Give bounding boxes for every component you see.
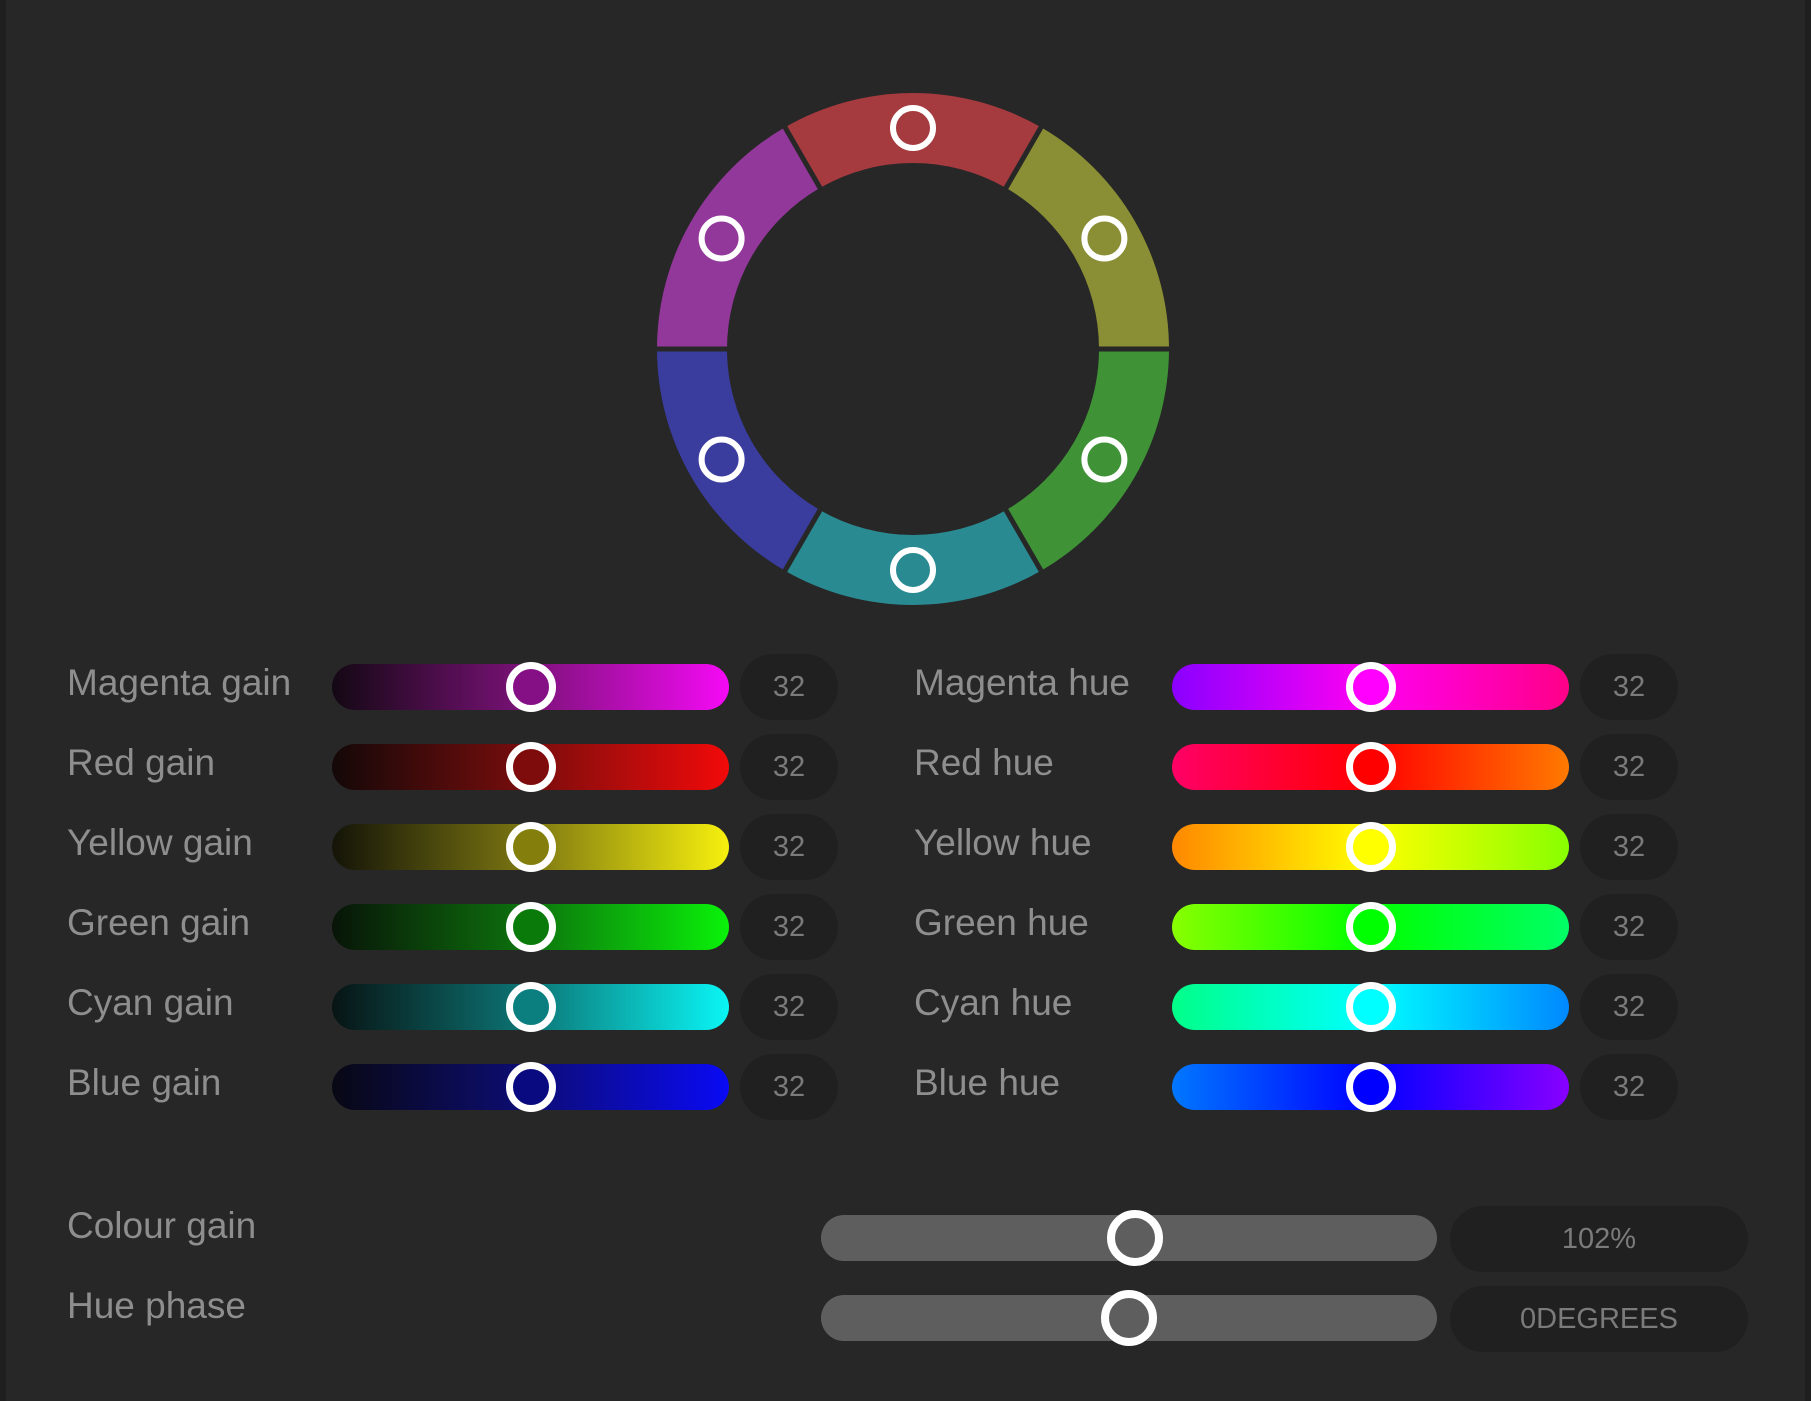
yellow-gain-value[interactable]: 32 <box>740 814 838 880</box>
cyan-hue-label: Cyan hue <box>914 982 1073 1023</box>
cyan-hue-thumb[interactable] <box>1345 982 1396 1032</box>
yellow-hue-label: Yellow hue <box>914 822 1092 863</box>
red-gain-value[interactable]: 32 <box>740 734 838 800</box>
blue-hue-value[interactable]: 32 <box>1580 1054 1678 1120</box>
magenta-gain-value[interactable]: 32 <box>740 654 838 720</box>
cyan-gain-value[interactable]: 32 <box>740 974 838 1040</box>
cyan-gain-thumb[interactable] <box>505 982 556 1032</box>
magenta-hue-value[interactable]: 32 <box>1580 654 1678 720</box>
green-gain-value[interactable]: 32 <box>740 894 838 960</box>
cyan-hue-value[interactable]: 32 <box>1580 974 1678 1040</box>
red-hue-slider[interactable] <box>1172 742 1569 792</box>
red-gain-label: Red gain <box>67 742 216 783</box>
red-hue-thumb[interactable] <box>1345 742 1396 792</box>
hue-phase-thumb[interactable] <box>1101 1290 1157 1346</box>
yellow-gain-label: Yellow gain <box>67 822 253 863</box>
yellow-gain-thumb[interactable] <box>505 822 556 872</box>
green-hue-thumb[interactable] <box>1345 902 1396 952</box>
red-hue-label: Red hue <box>914 742 1054 783</box>
wheel-segment-yellow <box>1006 127 1169 349</box>
blue-hue-thumb[interactable] <box>1345 1062 1396 1112</box>
green-hue-value[interactable]: 32 <box>1580 894 1678 960</box>
yellow-hue-thumb[interactable] <box>1345 822 1396 872</box>
colour-panel: Magenta gain 32 Red gain 32 Yellow gain 32 Gre… <box>6 0 1805 1401</box>
magenta-hue-thumb[interactable] <box>1345 662 1396 712</box>
green-gain-label: Green gain <box>67 902 251 943</box>
wheel-segment-blue <box>657 349 820 571</box>
blue-hue-slider[interactable] <box>1172 1062 1569 1112</box>
magenta-hue-label: Magenta hue <box>914 662 1131 703</box>
hue-phase-label: Hue phase <box>67 1285 246 1326</box>
wheel-segment-green <box>1006 349 1169 571</box>
magenta-gain-slider[interactable] <box>332 662 729 712</box>
cyan-hue-slider[interactable] <box>1172 982 1569 1032</box>
blue-gain-label: Blue gain <box>67 1062 222 1103</box>
green-hue-label: Green hue <box>914 902 1089 943</box>
magenta-hue-slider[interactable] <box>1172 662 1569 712</box>
yellow-hue-value[interactable]: 32 <box>1580 814 1678 880</box>
green-gain-slider[interactable] <box>332 902 729 952</box>
colour-gain-value[interactable]: 102% <box>1450 1206 1748 1272</box>
red-gain-slider[interactable] <box>332 742 729 792</box>
colour-gain-slider[interactable] <box>821 1210 1437 1266</box>
green-hue-slider[interactable] <box>1172 902 1569 952</box>
cyan-gain-slider[interactable] <box>332 982 729 1032</box>
colour-wheel-ring <box>655 92 1171 605</box>
colour-gain-label: Colour gain <box>67 1205 257 1246</box>
hue-phase-slider[interactable] <box>821 1290 1437 1346</box>
blue-hue-label: Blue hue <box>914 1062 1061 1103</box>
colour-gain-thumb[interactable] <box>1107 1210 1164 1266</box>
yellow-gain-slider[interactable] <box>332 822 729 872</box>
yellow-hue-slider[interactable] <box>1172 822 1569 872</box>
wheel-segment-magenta <box>657 127 820 349</box>
red-hue-value[interactable]: 32 <box>1580 734 1678 800</box>
magenta-gain-label: Magenta gain <box>67 662 292 703</box>
blue-gain-value[interactable]: 32 <box>740 1054 838 1120</box>
blue-gain-thumb[interactable] <box>505 1062 556 1112</box>
hue-phase-value[interactable]: 0DEGREES <box>1450 1286 1748 1352</box>
magenta-gain-thumb[interactable] <box>505 662 556 712</box>
colour-wheel[interactable] <box>646 82 1180 616</box>
blue-gain-slider[interactable] <box>332 1062 729 1112</box>
red-gain-thumb[interactable] <box>505 742 556 792</box>
green-gain-thumb[interactable] <box>505 902 556 952</box>
cyan-gain-label: Cyan gain <box>67 982 234 1023</box>
